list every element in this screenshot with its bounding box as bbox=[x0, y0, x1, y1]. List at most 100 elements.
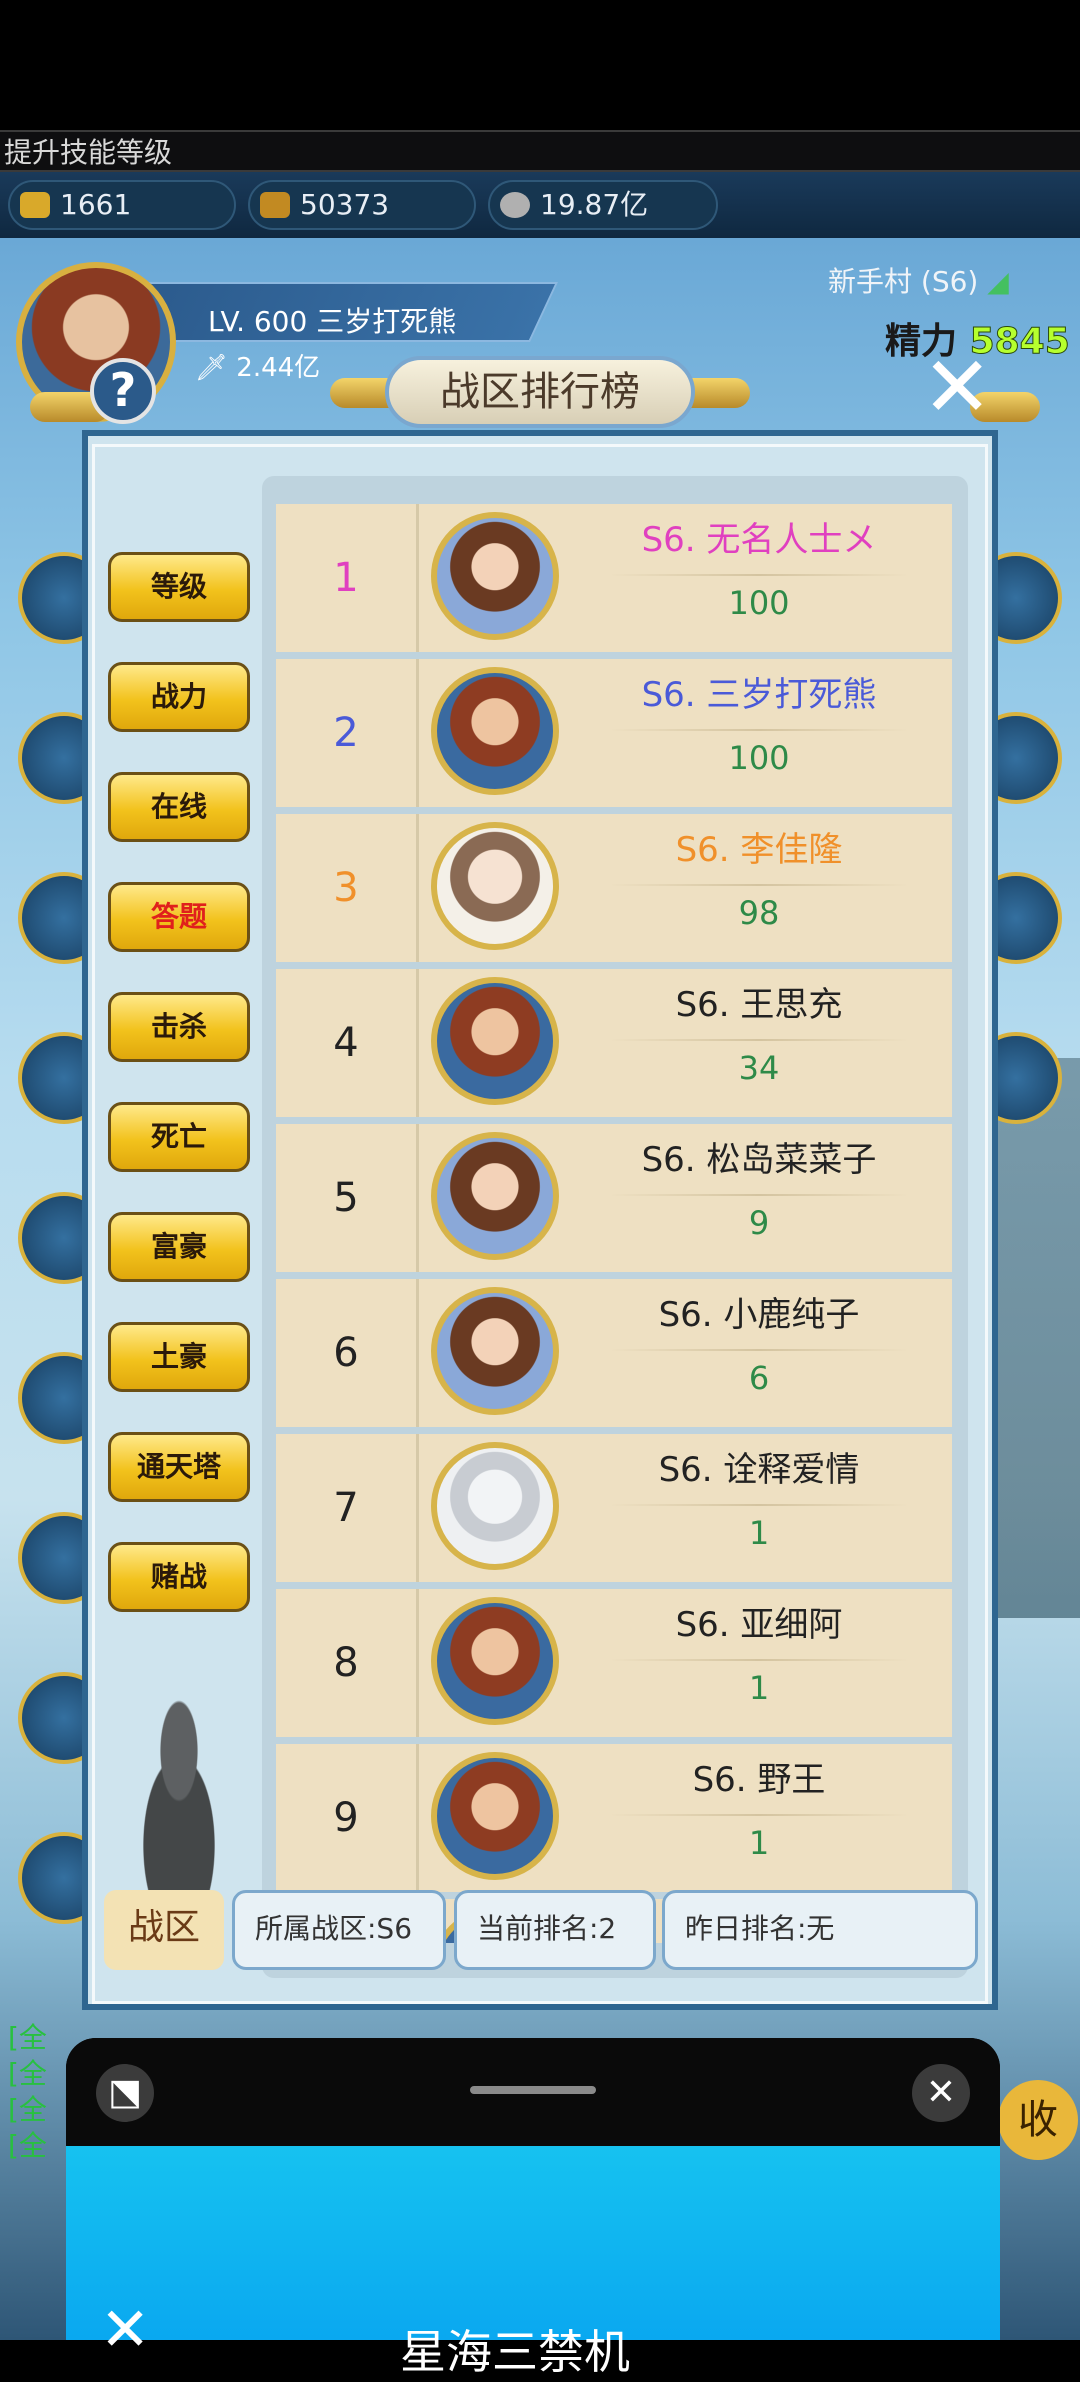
player-portrait[interactable] bbox=[431, 1752, 559, 1880]
tab-kills[interactable]: 击杀 bbox=[108, 992, 250, 1062]
bound-gold-value: 50373 bbox=[300, 188, 390, 221]
question-icon: ? bbox=[109, 363, 137, 417]
tip-text: 提升技能等级 bbox=[4, 136, 173, 169]
row-divider bbox=[609, 574, 909, 576]
rank-body: S6. 野王 1 bbox=[419, 1744, 952, 1892]
tab-tycoon[interactable]: 土豪 bbox=[108, 1322, 250, 1392]
chat-line: [全 bbox=[8, 2057, 47, 2090]
tab-deaths[interactable]: 死亡 bbox=[108, 1102, 250, 1172]
ranking-row[interactable]: 2 S6. 三岁打死熊 100 bbox=[276, 659, 952, 807]
tip-bar: 提升技能等级 bbox=[0, 130, 1080, 172]
player-level-name: LV. 600 三岁打死熊 bbox=[208, 305, 457, 338]
rank-number: 4 bbox=[276, 969, 419, 1117]
collapse-button[interactable]: 收 bbox=[998, 2080, 1078, 2160]
rank-number: 6 bbox=[276, 1279, 419, 1427]
rank-body: S6. 李佳隆 98 bbox=[419, 814, 952, 962]
ranking-row[interactable]: 1 S6. 无名人士メ 100 bbox=[276, 504, 952, 652]
gold-ingot-icon bbox=[20, 192, 50, 218]
player-portrait[interactable] bbox=[431, 822, 559, 950]
tab-level[interactable]: 等级 bbox=[108, 552, 250, 622]
close-icon: ✕ bbox=[922, 338, 993, 436]
player-portrait[interactable] bbox=[431, 977, 559, 1105]
expand-icon: ⬔ bbox=[107, 2072, 142, 2113]
chat-line: [全 bbox=[8, 2129, 47, 2162]
row-divider bbox=[609, 1349, 909, 1351]
sheet-drag-handle[interactable] bbox=[470, 2086, 596, 2094]
wifi-icon: ◢ bbox=[987, 265, 1009, 298]
tab-tower[interactable]: 通天塔 bbox=[108, 1432, 250, 1502]
resource-bound-gold[interactable]: 50373 bbox=[248, 180, 476, 230]
rank-number: 5 bbox=[276, 1124, 419, 1272]
region-label: 新手村 (S6) ◢ bbox=[828, 260, 1009, 300]
gold-value: 1661 bbox=[60, 188, 132, 221]
row-divider bbox=[609, 729, 909, 731]
ranking-row[interactable]: 4 S6. 王思充 34 bbox=[276, 969, 952, 1117]
chat-line: [全 bbox=[8, 2093, 47, 2126]
panel-title: 战区排行榜 bbox=[385, 356, 695, 428]
player-portrait[interactable] bbox=[431, 1597, 559, 1725]
player-name: S6. 李佳隆 bbox=[675, 830, 843, 870]
score-value: 34 bbox=[738, 1049, 780, 1087]
rank-number: 9 bbox=[276, 1744, 419, 1892]
tab-power[interactable]: 战力 bbox=[108, 662, 250, 732]
ranking-row[interactable]: 8 S6. 亚细阿 1 bbox=[276, 1589, 952, 1737]
sheet-close-icon[interactable]: ✕ bbox=[100, 2300, 150, 2360]
bound-gold-icon bbox=[260, 192, 290, 218]
score-value: 6 bbox=[748, 1359, 770, 1397]
ranking-row[interactable]: 6 S6. 小鹿纯子 6 bbox=[276, 1279, 952, 1427]
player-name: S6. 无名人士メ bbox=[641, 520, 877, 560]
rank-body: S6. 三岁打死熊 100 bbox=[419, 659, 952, 807]
player-portrait[interactable] bbox=[431, 667, 559, 795]
score-value: 100 bbox=[728, 584, 790, 622]
player-portrait[interactable] bbox=[431, 1132, 559, 1260]
current-rank-info: 当前排名:2 bbox=[454, 1890, 656, 1970]
tab-quiz[interactable]: 答题 bbox=[108, 882, 250, 952]
tab-rich[interactable]: 富豪 bbox=[108, 1212, 250, 1282]
close-panel-button[interactable]: ✕ bbox=[922, 345, 992, 429]
score-value: 98 bbox=[738, 894, 780, 932]
close-sheet-button[interactable]: ✕ bbox=[912, 2064, 970, 2122]
rank-body: S6. 无名人士メ 100 bbox=[419, 504, 952, 652]
player-portrait[interactable] bbox=[431, 1287, 559, 1415]
row-divider bbox=[609, 1194, 909, 1196]
resource-gold[interactable]: 1661 bbox=[8, 180, 236, 230]
rank-body: S6. 小鹿纯子 6 bbox=[419, 1279, 952, 1427]
sheet-content bbox=[66, 2146, 1000, 2340]
row-divider bbox=[609, 1039, 909, 1041]
player-portrait[interactable] bbox=[431, 512, 559, 640]
status-area bbox=[0, 0, 1080, 130]
player-portrait[interactable] bbox=[431, 1442, 559, 1570]
row-divider bbox=[609, 884, 909, 886]
player-name: S6. 松岛菜菜子 bbox=[641, 1140, 877, 1180]
zone-tab[interactable]: 战区 bbox=[104, 1890, 224, 1970]
ranking-row[interactable]: 5 S6. 松岛菜菜子 9 bbox=[276, 1124, 952, 1272]
tab-gamble[interactable]: 赌战 bbox=[108, 1542, 250, 1612]
rank-number: 3 bbox=[276, 814, 419, 962]
sword-icon: 🗡 bbox=[195, 353, 237, 383]
silver-coin-icon bbox=[500, 192, 530, 218]
ranking-row[interactable]: 9 S6. 野王 1 bbox=[276, 1744, 952, 1892]
row-divider bbox=[609, 1504, 909, 1506]
player-name: S6. 诠释爱情 bbox=[658, 1450, 860, 1490]
ranking-row[interactable]: 3 S6. 李佳隆 98 bbox=[276, 814, 952, 962]
silver-value: 19.87亿 bbox=[540, 188, 649, 221]
player-name: S6. 野王 bbox=[692, 1760, 826, 1800]
rank-body: S6. 松岛菜菜子 9 bbox=[419, 1124, 952, 1272]
player-name: S6. 小鹿纯子 bbox=[658, 1295, 860, 1335]
rank-number: 8 bbox=[276, 1589, 419, 1737]
score-value: 100 bbox=[728, 739, 790, 777]
zone-info: 所属战区:S6 bbox=[232, 1890, 446, 1970]
player-power: 🗡 2.44亿 bbox=[195, 347, 320, 384]
row-divider bbox=[609, 1814, 909, 1816]
region-text: 新手村 (S6) bbox=[828, 265, 979, 298]
help-button[interactable]: ? bbox=[90, 358, 156, 424]
expand-sheet-button[interactable]: ⬔ bbox=[96, 2064, 154, 2122]
rank-body: S6. 诠释爱情 1 bbox=[419, 1434, 952, 1582]
tab-online[interactable]: 在线 bbox=[108, 772, 250, 842]
rank-body: S6. 亚细阿 1 bbox=[419, 1589, 952, 1737]
score-value: 9 bbox=[748, 1204, 770, 1242]
score-value: 1 bbox=[748, 1514, 770, 1552]
resource-silver[interactable]: 19.87亿 bbox=[488, 180, 718, 230]
ranking-row[interactable]: 7 S6. 诠释爱情 1 bbox=[276, 1434, 952, 1582]
score-value: 1 bbox=[748, 1824, 770, 1862]
